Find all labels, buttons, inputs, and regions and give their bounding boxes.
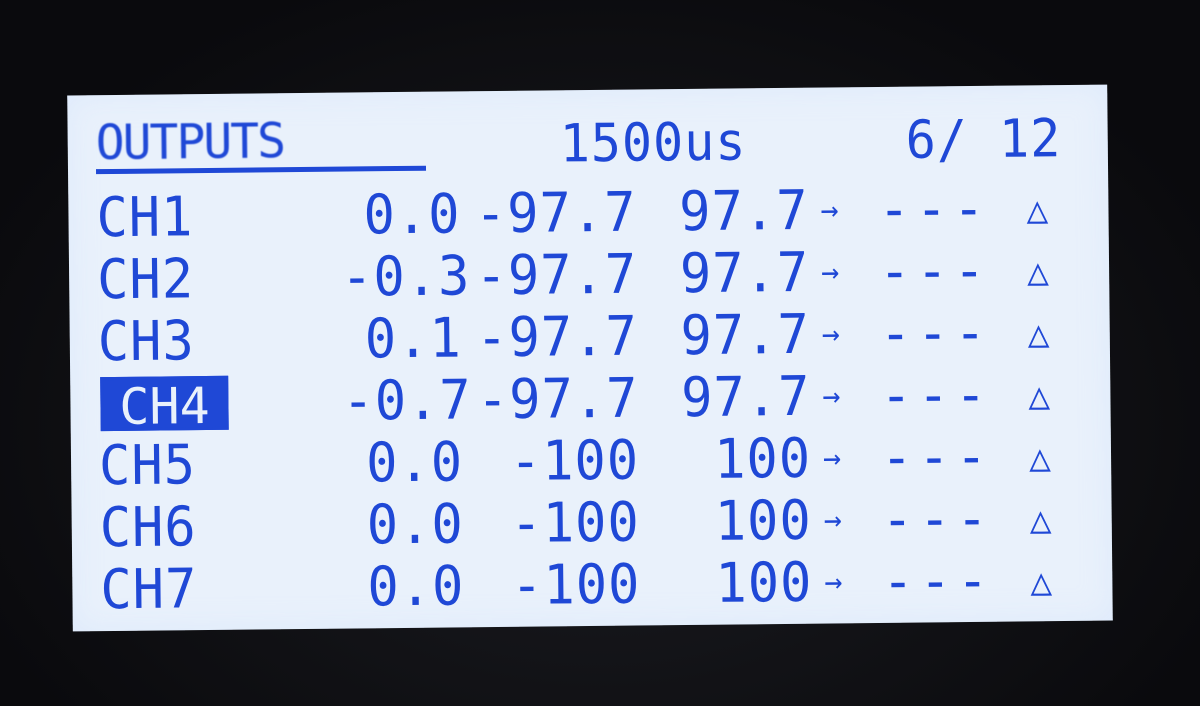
channel-max[interactable]: 100 <box>661 489 812 553</box>
center-value: 1500us <box>559 111 747 175</box>
triangle-icon[interactable]: △ <box>1027 243 1050 302</box>
arrow-icon: → <box>822 439 843 477</box>
channel-ppm[interactable]: --- <box>879 240 992 304</box>
triangle-icon[interactable]: △ <box>1026 181 1049 240</box>
page-indicator: 6/ 12 <box>905 107 1062 171</box>
channel-ppm[interactable]: --- <box>881 488 994 552</box>
channel-max[interactable]: 97.7 <box>659 303 810 367</box>
channel-name-selected[interactable]: CH4 <box>100 375 229 436</box>
channel-min[interactable]: -97.7 <box>470 367 639 432</box>
channel-min[interactable]: -97.7 <box>468 181 637 246</box>
channel-name[interactable]: CH7 <box>100 558 198 622</box>
arrow-icon: → <box>824 563 844 601</box>
channel-max[interactable]: 100 <box>662 551 813 615</box>
triangle-icon[interactable]: △ <box>1029 429 1052 488</box>
channel-name[interactable]: CH2 <box>97 248 195 312</box>
arrow-icon: → <box>820 253 841 291</box>
channel-ppm[interactable]: --- <box>881 426 994 490</box>
channel-subtrim[interactable]: -0.7 <box>342 369 472 433</box>
lcd-screen: OUTPUTS 1500us 6/ 12 CH1 0.0 -97.7 97.7 … <box>67 84 1113 632</box>
channel-subtrim[interactable]: -0.3 <box>341 245 471 309</box>
arrow-icon: → <box>823 501 843 539</box>
channel-name[interactable]: CH1 <box>96 186 194 250</box>
triangle-icon[interactable]: △ <box>1028 367 1051 426</box>
channel-min[interactable]: -100 <box>471 491 640 555</box>
channel-row[interactable]: CH7 0.0 -100 100 → --- △ <box>72 550 1113 624</box>
channel-min[interactable]: -100 <box>472 553 641 617</box>
channel-ppm[interactable]: --- <box>879 302 992 366</box>
channel-min[interactable]: -100 <box>471 429 640 493</box>
triangle-icon[interactable]: △ <box>1029 491 1052 550</box>
channel-min[interactable]: -97.7 <box>470 305 638 370</box>
channel-ppm[interactable]: --- <box>878 178 991 242</box>
channel-subtrim[interactable]: 0.1 <box>342 307 463 371</box>
channel-max[interactable]: 97.7 <box>659 242 810 306</box>
triangle-icon[interactable]: △ <box>1030 553 1053 612</box>
channel-name[interactable]: CH5 <box>99 434 197 498</box>
triangle-icon[interactable]: △ <box>1027 305 1051 364</box>
channel-name[interactable]: CH6 <box>99 496 197 560</box>
channel-min[interactable]: -97.7 <box>469 243 637 308</box>
channel-subtrim[interactable]: 0.0 <box>343 493 464 557</box>
arrow-icon: → <box>821 315 842 353</box>
channel-subtrim[interactable]: 0.0 <box>340 183 461 247</box>
channel-max[interactable]: 97.7 <box>660 365 811 429</box>
channel-name[interactable]: CH3 <box>97 310 195 374</box>
channel-max[interactable]: 97.7 <box>658 180 809 244</box>
channel-ppm[interactable]: --- <box>882 550 995 614</box>
channel-subtrim[interactable]: 0.0 <box>344 555 465 619</box>
arrow-icon: → <box>822 377 842 415</box>
arrow-icon: → <box>820 191 840 229</box>
screen-title: OUTPUTS <box>95 115 427 175</box>
channel-max[interactable]: 100 <box>661 427 812 491</box>
channel-ppm[interactable]: --- <box>880 364 993 428</box>
channel-subtrim[interactable]: 0.0 <box>343 431 464 495</box>
